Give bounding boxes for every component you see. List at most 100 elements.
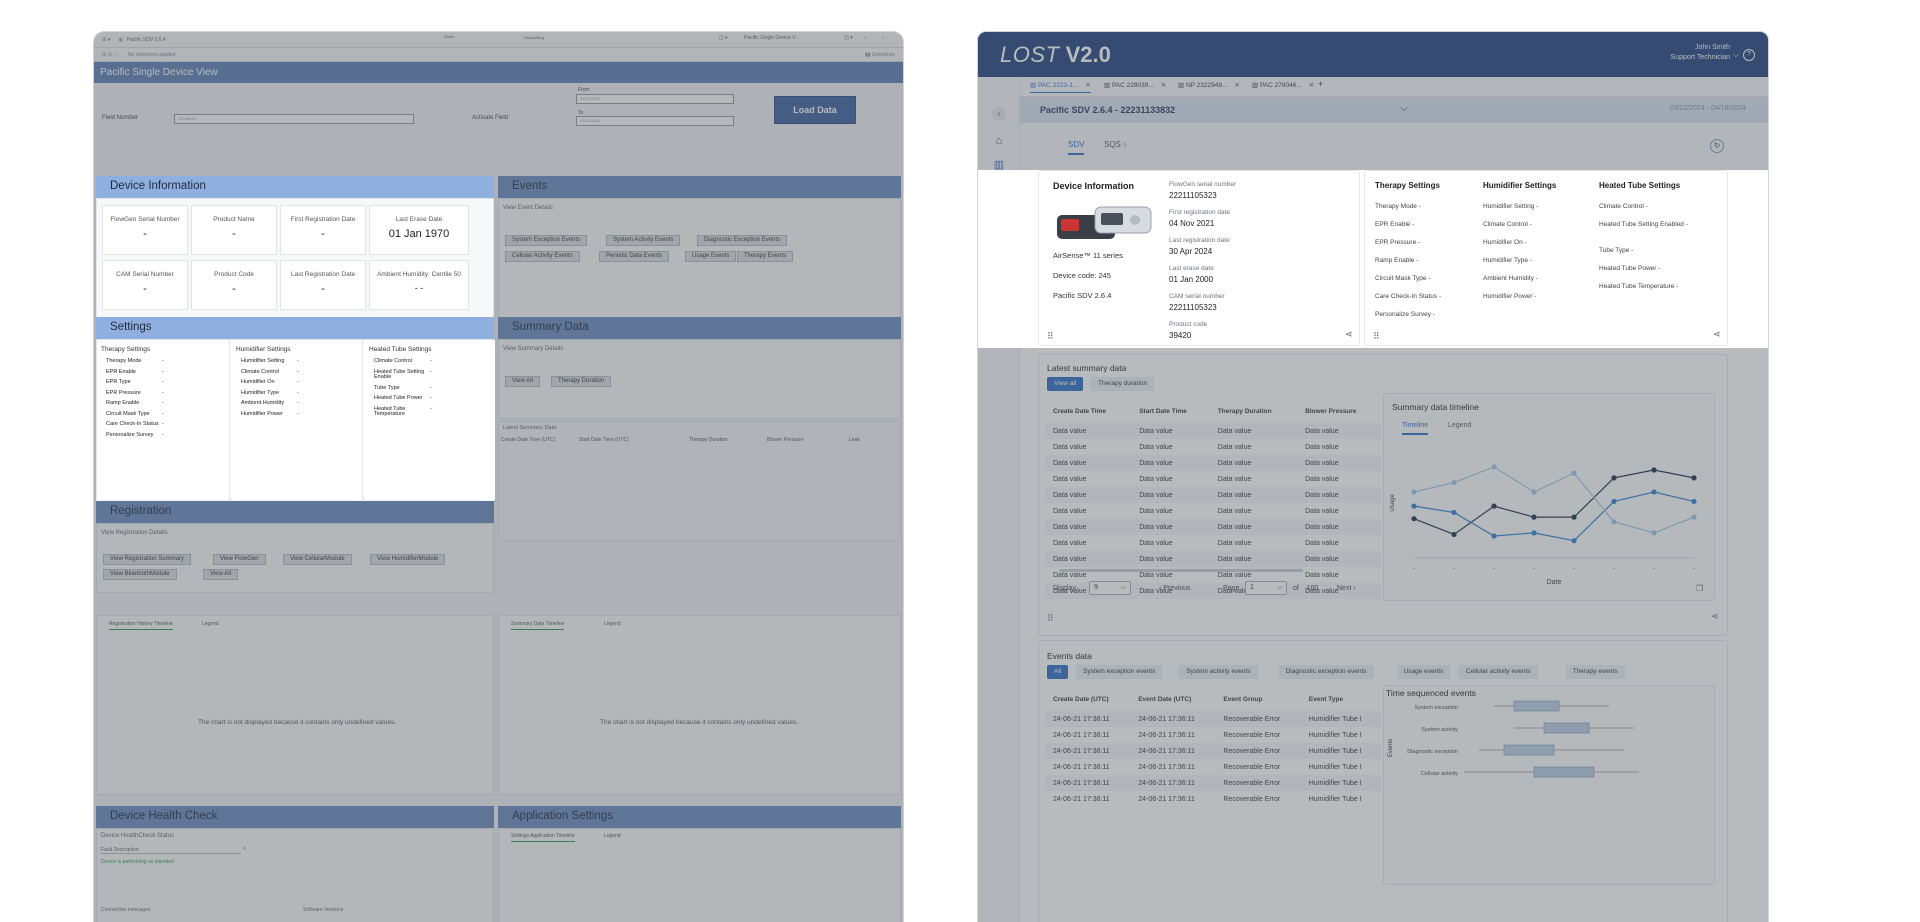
data-point[interactable] [1611, 519, 1617, 525]
data-point[interactable] [1691, 514, 1697, 520]
legend-tab[interactable]: Legend [1448, 422, 1471, 429]
data-point[interactable] [1491, 464, 1497, 470]
col-start-date[interactable]: Start Date Time (UTC) [579, 437, 629, 443]
doc-tab-2[interactable]: ▥ PAC 228039... ✕ [1104, 81, 1166, 89]
summary-column-header[interactable]: Start Date Time [1131, 399, 1210, 423]
app-settings-legend-tab[interactable]: Legend [604, 833, 621, 839]
add-tab-icon[interactable]: + [1318, 79, 1323, 89]
box[interactable] [1533, 766, 1595, 778]
search-icon[interactable]: ⌕ [243, 846, 246, 853]
next-button[interactable]: Next › [1337, 585, 1356, 592]
drag-handle-icon[interactable]: ⠿ [1373, 331, 1380, 342]
sheet-dropdown[interactable]: Pacific Single Device V... [744, 35, 799, 41]
therapy-duration-button[interactable]: Therapy Duration [551, 376, 612, 387]
fault-description-search[interactable]: Fault Description [101, 847, 241, 854]
view-all-registration-button[interactable]: View All [203, 569, 238, 580]
summary-data-timeline-tab[interactable]: Summary Data Timeline [511, 621, 565, 630]
settings-app-timeline-tab[interactable]: Settings Application Timeline [511, 833, 575, 842]
data-point[interactable] [1571, 470, 1577, 476]
tab-sdv[interactable]: SDV [1068, 140, 1085, 155]
share-icon[interactable]: ⋖ [1711, 611, 1719, 622]
doc-tab-1[interactable]: ▥ PAC 2223-1... ✕ [1030, 81, 1091, 93]
copy-icon[interactable]: ❐ [1696, 584, 1703, 593]
table-row[interactable]: 24-06-21 17:36:11 24-06-21 17:36:11 Recove… [1045, 759, 1381, 775]
therapy-events-button[interactable]: Therapy Events [737, 251, 794, 262]
summary-legend-tab[interactable]: Legend [604, 621, 621, 627]
view-flowgen-button[interactable]: View FlowGen [213, 554, 266, 565]
sheets-icon[interactable]: ◫ ▾ [844, 35, 853, 41]
box[interactable] [1513, 700, 1560, 712]
summary-column-header[interactable]: Blower Pressure [1297, 399, 1381, 423]
tab-sqs[interactable]: SQS 0 [1104, 140, 1126, 149]
data-point[interactable] [1491, 533, 1497, 539]
events-column-header[interactable]: Event Date (UTC) [1130, 687, 1215, 711]
cellular-activity-events-button[interactable]: Cellular Activity Events [505, 251, 580, 262]
data-point[interactable] [1451, 531, 1457, 538]
events-filter-button[interactable]: All [1047, 665, 1069, 679]
table-row[interactable]: 24-06-21 17:36:11 24-06-21 17:36:11 Recove… [1045, 743, 1381, 759]
events-filter-button[interactable]: Usage events [1396, 665, 1451, 679]
data-point[interactable] [1531, 489, 1537, 495]
data-point[interactable] [1691, 475, 1697, 481]
data-point[interactable] [1531, 530, 1537, 536]
diagnostic-exception-events-button[interactable]: Diagnostic Exception Events [697, 235, 788, 246]
refresh-icon[interactable]: ↻ [1710, 139, 1724, 153]
events-column-header[interactable]: Create Date (UTC) [1045, 687, 1130, 711]
data-point[interactable] [1451, 509, 1457, 516]
usage-events-button[interactable]: Usage Events [685, 251, 737, 262]
registration-history-tab[interactable]: Registration History Timeline [109, 621, 173, 630]
col-blower-pressure[interactable]: Blower Pressure [767, 437, 804, 443]
events-column-header[interactable]: Event Group [1215, 687, 1300, 711]
data-point[interactable] [1691, 498, 1697, 505]
user-chevron-down-icon[interactable]: ⌵ [1733, 50, 1739, 60]
system-activity-events-button[interactable]: System Activity Events [606, 235, 681, 246]
registration-legend-tab[interactable]: Legend [202, 621, 219, 627]
data-point[interactable] [1531, 514, 1537, 520]
table-row[interactable]: 24-06-21 17:36:11 24-06-21 17:36:11 Recove… [1045, 711, 1381, 727]
sheet-tab[interactable]: Sheet [444, 34, 454, 39]
collapse-chevron-icon[interactable]: ⌵ [1400, 103, 1408, 114]
previous-button[interactable]: ‹ Previous [1159, 585, 1191, 592]
view-all-button[interactable]: View all [1047, 377, 1084, 391]
doc-tab-4[interactable]: ▥ PAC 278046... ✕ [1252, 81, 1314, 89]
data-point[interactable] [1571, 514, 1577, 520]
data-point[interactable] [1651, 530, 1657, 536]
selection-tools-icon[interactable]: ⊞ ⊟ ‹ › [102, 52, 118, 58]
menu-icon[interactable]: ☰ ▾ [102, 37, 110, 43]
page-select[interactable]: 1 ⌵ [1245, 581, 1287, 595]
events-filter-button[interactable]: System activity events [1179, 665, 1258, 679]
therapy-duration-button[interactable]: Therapy duration [1091, 377, 1155, 391]
table-row[interactable]: Data value Data value Data value Data value [1045, 439, 1381, 455]
expand-chevron-icon[interactable]: › [992, 107, 1006, 121]
display-select[interactable]: 9 ⌵ [1089, 581, 1131, 595]
events-filter-button[interactable]: Cellular activity events [1458, 665, 1538, 679]
view-cellular-module-button[interactable]: View CellularModule [283, 554, 352, 565]
view-humidifier-module-button[interactable]: View HumidifierModule [370, 554, 446, 565]
system-exception-events-button[interactable]: System Exception Events [505, 235, 588, 246]
drag-handle-icon[interactable]: ⠿ [1047, 613, 1054, 624]
load-data-button[interactable]: Load Data [774, 96, 856, 124]
events-filter-button[interactable]: System exception events [1076, 665, 1163, 679]
events-column-header[interactable]: Event Type [1301, 687, 1381, 711]
table-row[interactable]: 24-06-21 17:36:11 24-06-21 17:36:11 Recove… [1045, 775, 1381, 791]
data-point[interactable] [1611, 475, 1617, 481]
view-registration-summary-button[interactable]: View Registration Summary [103, 554, 191, 565]
box[interactable] [1503, 744, 1555, 756]
table-row[interactable]: Data value Data value Data value Data value [1045, 455, 1381, 471]
storytelling-tab[interactable]: Storytelling [524, 35, 544, 40]
periodic-data-events-button[interactable]: Periodic Data Events [599, 251, 670, 262]
events-filter-button[interactable]: Diagnostic exception events [1278, 665, 1374, 679]
col-create-date[interactable]: Create Date Time (UTC) [501, 437, 555, 443]
bookmark-icon[interactable]: ◫ ▾ [719, 35, 728, 41]
drag-handle-icon[interactable]: ⠿ [1047, 331, 1054, 342]
next-sheet-icon[interactable]: › [882, 35, 884, 41]
table-row[interactable]: Data value Data value Data value Data value [1045, 423, 1381, 439]
table-row[interactable]: Data value Data value Data value Data value [1045, 503, 1381, 519]
table-row[interactable]: Data value Data value Data value Data value [1045, 519, 1381, 535]
table-row[interactable]: Data value Data value Data value Data value [1045, 551, 1381, 567]
share-icon[interactable]: ⋖ [1345, 329, 1353, 340]
data-point[interactable] [1651, 489, 1657, 495]
view-bluetooth-module-button[interactable]: View BluetoothModule [103, 569, 177, 580]
field-number-input[interactable]: 12345678 [174, 114, 414, 124]
table-row[interactable]: Data value Data value Data value Data value [1045, 471, 1381, 487]
